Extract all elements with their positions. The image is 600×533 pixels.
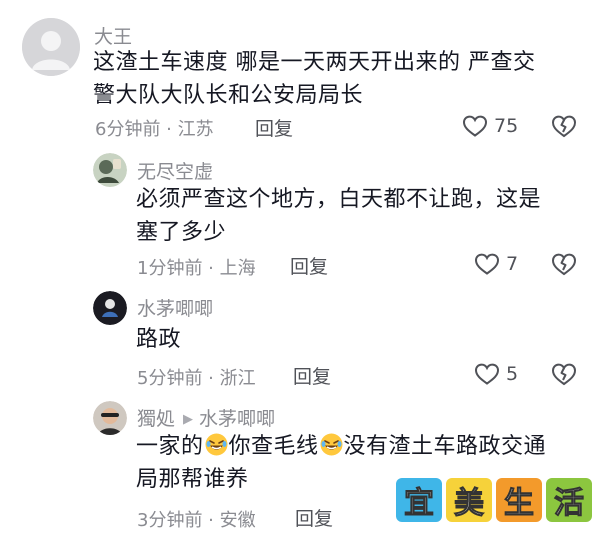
comment-username[interactable]: 獨処 — [137, 408, 175, 430]
comment-text: 路政 — [136, 323, 181, 356]
reply-button[interactable]: 回复 — [255, 114, 293, 141]
user-avatar[interactable] — [93, 291, 127, 325]
like-button[interactable]: 7 — [474, 252, 518, 276]
user-avatar[interactable] — [93, 153, 127, 187]
comment-username[interactable]: 水茅唧唧 — [137, 294, 213, 321]
user-avatar-icon — [93, 291, 127, 325]
like-count: 7 — [506, 253, 519, 275]
user-avatar[interactable] — [22, 18, 80, 76]
laughing-tears-emoji — [205, 433, 228, 456]
like-count: 5 — [506, 363, 519, 385]
comment-username: 獨処 ▶ 水茅唧唧 — [137, 404, 275, 431]
comment-text-line: 这渣土车速度 哪是一天两天开出来的 严查交 — [93, 50, 536, 75]
like-count: 75 — [494, 115, 519, 137]
watermark-char-text: 宜 — [404, 486, 435, 522]
comment-text-line: 塞了多少 — [136, 220, 227, 245]
laughing-tears-emoji — [320, 433, 343, 456]
comment-meta: 3分钟前 · 安徽 — [137, 510, 256, 531]
watermark-char: 活 — [546, 478, 592, 522]
heart-outline-icon — [462, 115, 488, 137]
dislike-button[interactable] — [551, 113, 577, 139]
heart-outline-icon — [474, 363, 500, 385]
comment-item: 无尽空虚 必须严查这个地方，白天都不让跑，这是 塞了多少 1分钟前 · 上海 回… — [0, 150, 600, 285]
broken-heart-outline-icon — [551, 363, 577, 386]
comment-text: 这渣土车速度 哪是一天两天开出来的 严查交 警大队大队长和公安局局长 — [93, 46, 536, 112]
comment-text-fragment: 你查毛线 — [228, 434, 319, 459]
reply-to-username[interactable]: 水茅唧唧 — [199, 408, 275, 430]
comment-text: 必须严查这个地方，白天都不让跑，这是 塞了多少 — [136, 183, 541, 249]
comment-text-fragment: 没有渣土车路政交通 — [343, 434, 547, 459]
reply-button[interactable]: 回复 — [295, 504, 333, 531]
comment-text-line: 路政 — [136, 327, 182, 352]
like-button[interactable]: 75 — [462, 114, 518, 138]
comment-username[interactable]: 无尽空虚 — [137, 157, 213, 184]
watermark-char: 美 — [446, 478, 492, 522]
reply-arrow-icon: ▶ — [183, 412, 194, 427]
comment-text-line: 必须严查这个地方，白天都不让跑，这是 — [136, 187, 542, 212]
default-avatar-icon — [22, 18, 80, 76]
comment-meta: 1分钟前 · 上海 — [137, 258, 256, 279]
reply-button[interactable]: 回复 — [290, 252, 328, 279]
comment-meta: 5分钟前 · 浙江 — [137, 368, 256, 389]
broken-heart-outline-icon — [551, 115, 577, 138]
watermark-char-text: 生 — [504, 486, 535, 522]
comment-username[interactable]: 大王 — [94, 22, 132, 49]
comment-item: 大王 这渣土车速度 哪是一天两天开出来的 严查交 警大队大队长和公安局局长 6分… — [0, 0, 600, 150]
comment-text-line: 警大队大队长和公安局局长 — [93, 83, 364, 108]
comment-text-fragment: 一家的 — [136, 434, 204, 459]
broken-heart-outline-icon — [551, 253, 577, 276]
comment-meta: 6分钟前 · 江苏 — [95, 119, 214, 140]
dislike-button[interactable] — [551, 361, 577, 387]
heart-outline-icon — [474, 253, 500, 275]
comment-text-line: 一家的 你查毛线 没有渣土车路政交通 — [136, 430, 546, 463]
watermark-char: 生 — [496, 478, 542, 522]
watermark-logo: 宜 美 生 活 — [396, 478, 592, 522]
like-button[interactable]: 5 — [474, 362, 518, 386]
user-avatar-icon — [93, 401, 127, 435]
watermark-char: 宜 — [396, 478, 442, 522]
watermark-char-text: 美 — [454, 486, 485, 522]
dislike-button[interactable] — [551, 251, 577, 277]
user-avatar-icon — [93, 153, 127, 187]
reply-button[interactable]: 回复 — [293, 362, 331, 389]
user-avatar[interactable] — [93, 401, 127, 435]
comment-item: 水茅唧唧 路政 5分钟前 · 浙江 回复 5 — [0, 285, 600, 395]
watermark-char-text: 活 — [554, 486, 585, 522]
